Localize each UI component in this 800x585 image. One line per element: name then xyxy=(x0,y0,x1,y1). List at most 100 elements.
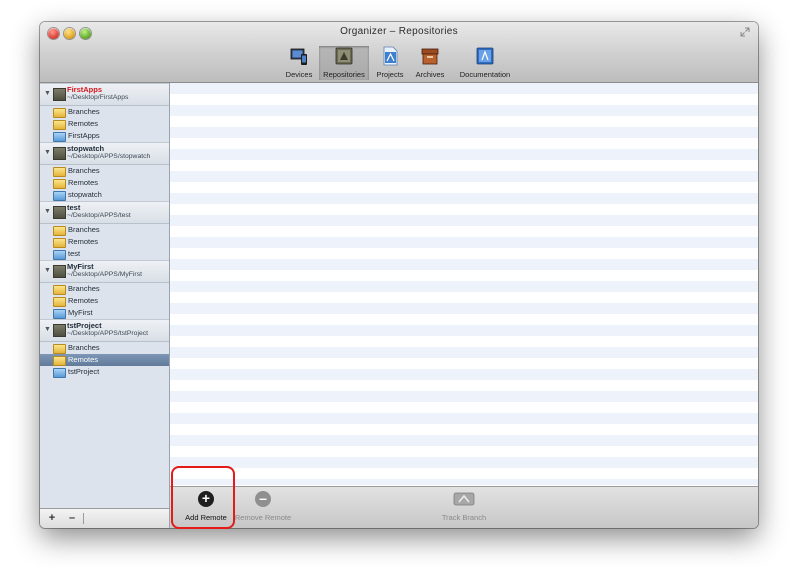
sidebar-item-branches[interactable]: Branches xyxy=(40,106,169,118)
list-row[interactable] xyxy=(170,358,758,369)
list-row[interactable] xyxy=(170,325,758,336)
toolbar-devices-label: Devices xyxy=(285,70,313,79)
list-row[interactable] xyxy=(170,281,758,292)
list-row[interactable] xyxy=(170,435,758,446)
list-row[interactable] xyxy=(170,292,758,303)
remove-remote-button[interactable]: – Remove Remote xyxy=(232,491,294,523)
folder-icon xyxy=(53,226,66,236)
folder-icon xyxy=(53,167,66,177)
list-row[interactable] xyxy=(170,402,758,413)
sidebar-item-project[interactable]: FirstApps xyxy=(40,130,169,142)
repository-icon xyxy=(53,206,66,219)
list-row[interactable] xyxy=(170,105,758,116)
list-row[interactable] xyxy=(170,391,758,402)
folder-icon xyxy=(53,120,66,130)
repo-group[interactable]: ▼ FirstApps ~/Desktop/FirstApps xyxy=(40,83,169,106)
toolbar-documentation[interactable]: Documentation xyxy=(454,46,516,80)
documentation-icon xyxy=(476,47,494,65)
footer-divider xyxy=(83,513,84,524)
list-row[interactable] xyxy=(170,149,758,160)
list-row[interactable] xyxy=(170,94,758,105)
track-branch-button[interactable]: Track Branch xyxy=(434,491,494,522)
disclosure-triangle-icon[interactable]: ▼ xyxy=(44,208,51,215)
remotes-list[interactable] xyxy=(170,83,758,485)
list-row[interactable] xyxy=(170,83,758,94)
list-row[interactable] xyxy=(170,369,758,380)
list-row[interactable] xyxy=(170,413,758,424)
list-row[interactable] xyxy=(170,127,758,138)
list-row[interactable] xyxy=(170,347,758,358)
list-row[interactable] xyxy=(170,215,758,226)
disclosure-triangle-icon[interactable]: ▼ xyxy=(44,267,51,274)
sidebar-item-project[interactable]: test xyxy=(40,248,169,260)
list-row[interactable] xyxy=(170,479,758,485)
track-branch-label: Track Branch xyxy=(441,513,487,522)
sidebar-item-project[interactable]: stopwatch xyxy=(40,189,169,201)
projects-icon xyxy=(383,46,398,66)
disclosure-triangle-icon[interactable]: ▼ xyxy=(44,326,51,333)
list-row[interactable] xyxy=(170,314,758,325)
fullscreen-icon[interactable] xyxy=(740,27,750,37)
repo-name: stopwatch xyxy=(67,144,105,153)
disclosure-triangle-icon[interactable]: ▼ xyxy=(44,149,51,156)
list-row[interactable] xyxy=(170,468,758,479)
sidebar-item-project[interactable]: MyFirst xyxy=(40,307,169,319)
sidebar-item-remotes[interactable]: Remotes xyxy=(40,118,169,130)
sidebar-item-remotes[interactable]: Remotes xyxy=(40,295,169,307)
list-row[interactable] xyxy=(170,182,758,193)
sidebar-item-remotes-selected[interactable]: Remotes xyxy=(40,354,169,366)
folder-icon xyxy=(53,250,66,260)
list-row[interactable] xyxy=(170,446,758,457)
list-row[interactable] xyxy=(170,303,758,314)
toolbar-repositories-label: Repositories xyxy=(323,70,365,79)
folder-icon xyxy=(53,368,66,378)
repositories-icon xyxy=(335,47,353,65)
repo-group[interactable]: ▼ tstProject ~/Desktop/APPS/tstProject xyxy=(40,319,169,342)
list-row[interactable] xyxy=(170,270,758,281)
list-row[interactable] xyxy=(170,336,758,347)
list-row[interactable] xyxy=(170,226,758,237)
repository-icon xyxy=(53,88,66,101)
archives-icon xyxy=(421,48,439,65)
list-row[interactable] xyxy=(170,259,758,270)
list-row[interactable] xyxy=(170,160,758,171)
remove-remote-label: Remove Remote xyxy=(234,513,292,522)
repo-group[interactable]: ▼ stopwatch ~/Desktop/APPS/stopwatch xyxy=(40,142,169,165)
folder-icon xyxy=(53,344,66,354)
sidebar-item-branches[interactable]: Branches xyxy=(40,342,169,354)
list-row[interactable] xyxy=(170,204,758,215)
repo-name: MyFirst xyxy=(67,262,94,271)
list-row[interactable] xyxy=(170,193,758,204)
list-row[interactable] xyxy=(170,424,758,435)
repository-icon xyxy=(53,265,66,278)
repo-path: ~/Desktop/APPS/tstProject xyxy=(67,330,149,337)
sidebar-item-branches[interactable]: Branches xyxy=(40,224,169,236)
remove-repository-button[interactable]: – xyxy=(66,512,78,524)
list-row[interactable] xyxy=(170,116,758,127)
add-repository-button[interactable]: + xyxy=(46,512,58,524)
list-row[interactable] xyxy=(170,457,758,468)
sidebar-item-remotes[interactable]: Remotes xyxy=(40,236,169,248)
sidebar-item-project[interactable]: tstProject xyxy=(40,366,169,378)
repo-path: ~/Desktop/APPS/stopwatch xyxy=(67,153,151,160)
repo-path: ~/Desktop/APPS/MyFirst xyxy=(67,271,142,278)
toolbar-archives[interactable]: Archives xyxy=(410,46,450,80)
sidebar-item-branches[interactable]: Branches xyxy=(40,283,169,295)
sidebar-item-branches[interactable]: Branches xyxy=(40,165,169,177)
toolbar-documentation-label: Documentation xyxy=(459,70,511,79)
folder-icon xyxy=(53,238,66,248)
list-row[interactable] xyxy=(170,248,758,259)
list-row[interactable] xyxy=(170,171,758,182)
repo-group[interactable]: ▼ test ~/Desktop/APPS/test xyxy=(40,201,169,224)
disclosure-triangle-icon[interactable]: ▼ xyxy=(44,90,51,97)
folder-icon xyxy=(53,297,66,307)
repo-group[interactable]: ▼ MyFirst ~/Desktop/APPS/MyFirst xyxy=(40,260,169,283)
toolbar-repositories[interactable]: Repositories xyxy=(319,46,369,80)
toolbar-devices[interactable]: Devices xyxy=(282,46,316,80)
sidebar-item-remotes[interactable]: Remotes xyxy=(40,177,169,189)
toolbar-projects[interactable]: Projects xyxy=(374,46,406,80)
list-row[interactable] xyxy=(170,380,758,391)
list-row[interactable] xyxy=(170,237,758,248)
minus-circle-icon: – xyxy=(255,491,271,507)
list-row[interactable] xyxy=(170,138,758,149)
